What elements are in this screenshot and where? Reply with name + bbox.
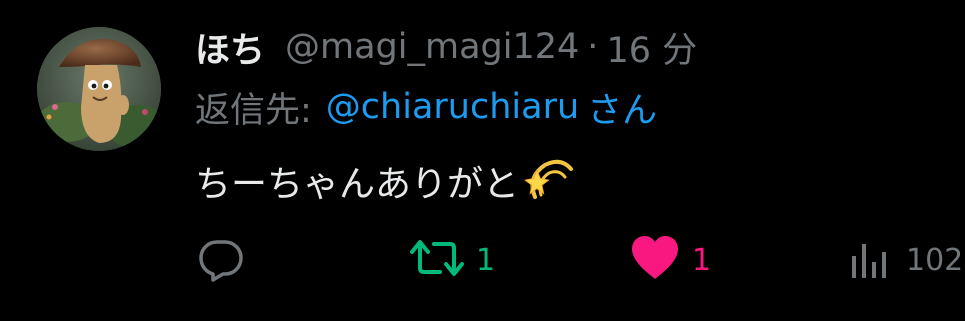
heart-icon [630, 235, 680, 285]
views-icon [850, 236, 894, 284]
retweet-icon [410, 234, 464, 286]
display-name[interactable]: ほち [195, 22, 265, 73]
reply-to-line: 返信先: @chiaruchiaru さん [195, 82, 657, 132]
tweet-actions: 1 1 102 [0, 230, 965, 290]
user-handle[interactable]: @magi_magi124 [285, 27, 579, 67]
timestamp[interactable]: 16 分 [606, 22, 697, 73]
reply-suffix: さん [587, 90, 658, 131]
reply-prefix: 返信先: [195, 90, 312, 131]
views-button[interactable]: 102 [850, 230, 963, 290]
reply-button[interactable] [197, 230, 245, 290]
like-button[interactable]: 1 [630, 230, 711, 290]
views-count: 102 [906, 242, 964, 278]
dizzy-emoji-icon [523, 153, 579, 209]
reply-icon [197, 234, 245, 286]
retweet-button[interactable]: 1 [410, 230, 495, 290]
mushroom-avatar-image [37, 27, 161, 151]
tweet-body: ちーちゃんありがと [195, 164, 520, 205]
like-count: 1 [692, 242, 712, 278]
avatar[interactable] [37, 27, 161, 151]
retweet-count: 1 [476, 242, 496, 278]
separator-dot: · [587, 27, 599, 67]
tweet-text: ちーちゃんありがと [195, 153, 579, 209]
reply-to-user-link[interactable]: @chiaruchiaru [326, 87, 579, 127]
tweet-header: ほち @magi_magi124 · 16 分 [195, 22, 697, 72]
tweet[interactable]: ほち @magi_magi124 · 16 分 返信先: @chiaruchia… [0, 0, 965, 321]
